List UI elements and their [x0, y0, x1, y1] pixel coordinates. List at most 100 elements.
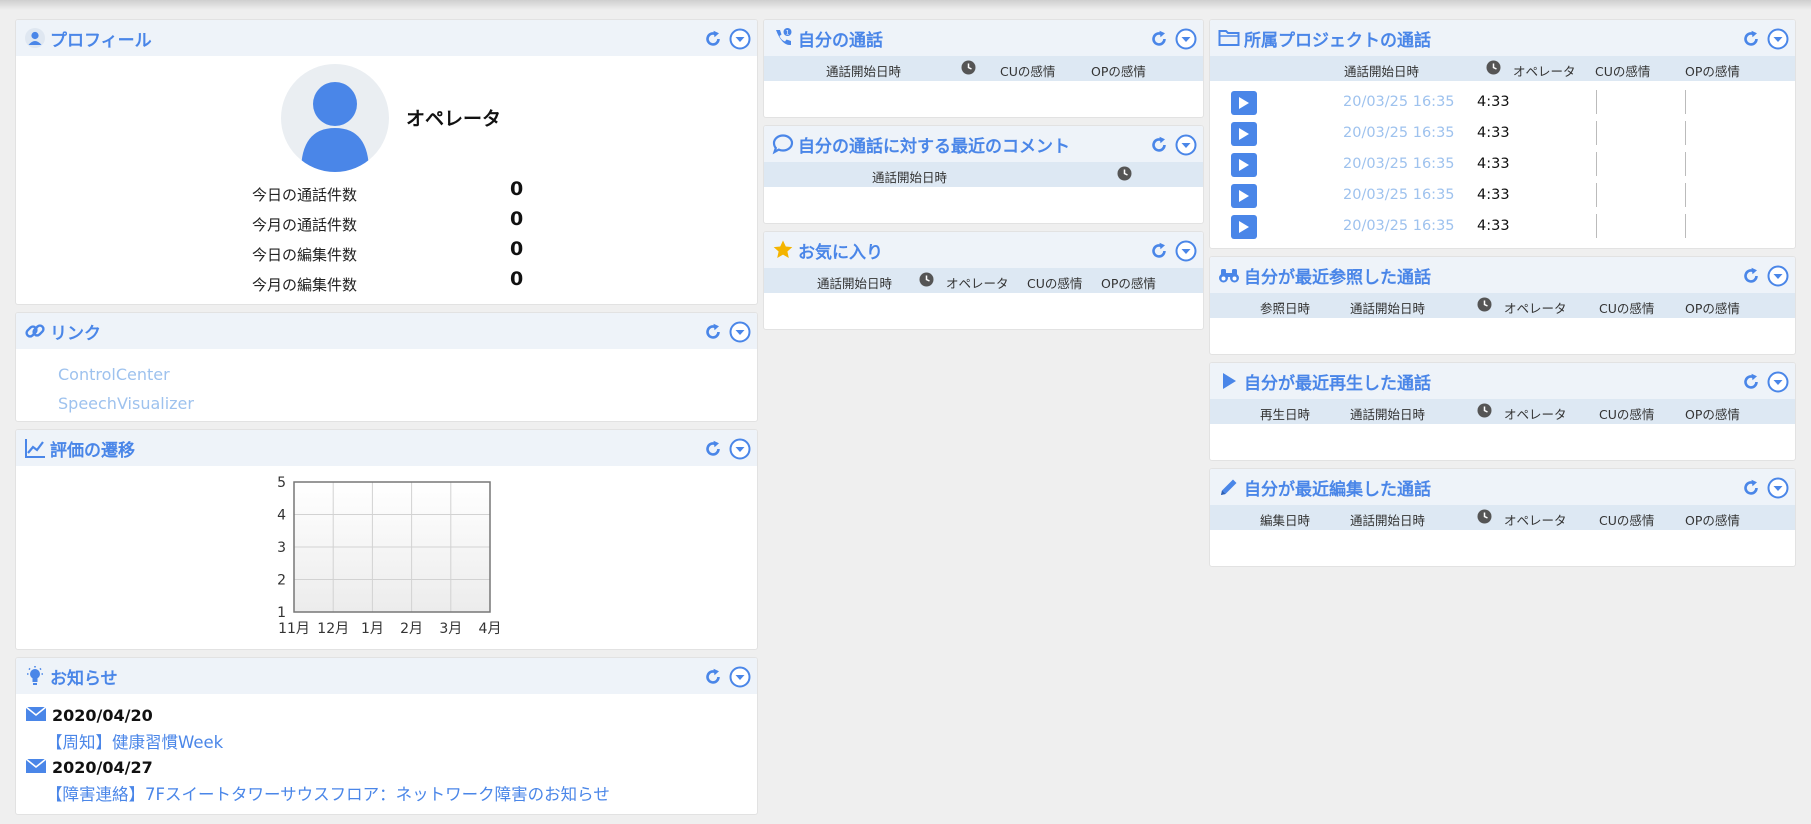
right-column: 所属プロジェクトの通話 通話開始日時 オペレータ CUの感情 OPの感情 20/… [1209, 19, 1796, 574]
call-start-time[interactable]: 20/03/25 16:35 [1343, 187, 1455, 203]
column-header[interactable]: オペレータ [1504, 510, 1567, 529]
chevron-down-icon[interactable] [728, 437, 751, 460]
call-start-time[interactable]: 20/03/25 16:35 [1343, 94, 1455, 110]
call-start-time[interactable]: 20/03/25 16:35 [1343, 218, 1455, 234]
table-row[interactable]: 20/03/25 16:35 4:33 [1210, 211, 1795, 242]
column-header[interactable]: 通話開始日時 [1350, 510, 1425, 529]
column-divider [1685, 183, 1686, 207]
refresh-icon[interactable] [1739, 370, 1762, 393]
notice-link[interactable]: 【障害連絡】7Fスイートタワーサウスフロア：ネットワーク障害のお知らせ [46, 781, 610, 805]
table-row[interactable]: 20/03/25 16:35 4:33 [1210, 118, 1795, 149]
x-tick-label: 3月 [439, 621, 462, 637]
evaluation-panel: 評価の遷移 1 2 3 4 5 11月 12月 1月 2月 3月 4月 [15, 429, 758, 650]
chevron-down-icon[interactable] [1174, 239, 1197, 262]
call-start-time[interactable]: 20/03/25 16:35 [1343, 156, 1455, 172]
links-panel: リンク ControlCenter SpeechVisualizer [15, 312, 758, 422]
table-header: 通話開始日時 CUの感情 OPの感情 [764, 56, 1203, 81]
play-button[interactable] [1231, 153, 1257, 177]
chevron-down-icon[interactable] [728, 27, 751, 50]
table-row[interactable]: 20/03/25 16:35 4:33 [1210, 180, 1795, 211]
speech-bubble-icon [772, 133, 794, 155]
stat-label: 今月の編集件数 [252, 276, 358, 294]
table-header: 通話開始日時 オペレータ CUの感情 OPの感情 [1210, 56, 1795, 81]
refresh-icon[interactable] [701, 437, 724, 460]
profile-panel: プロフィール オペレータ 今日の通話件数 0 今月の通話件数 0 今日の編集件数… [15, 19, 758, 305]
links-title: リンク [50, 323, 101, 344]
column-divider [1596, 214, 1597, 238]
column-divider [1596, 183, 1597, 207]
envelope-icon [25, 706, 47, 725]
x-tick-label: 1月 [361, 621, 384, 637]
refresh-icon[interactable] [701, 665, 724, 688]
recently-edited-panel: 自分が最近編集した通話 編集日時 通話開始日時 オペレータ CUの感情 OPの感… [1209, 468, 1796, 567]
column-header[interactable]: OPの感情 [1685, 510, 1740, 529]
table-row[interactable]: 20/03/25 16:35 4:33 [1210, 149, 1795, 180]
chevron-down-icon[interactable] [1174, 27, 1197, 50]
column-header[interactable]: OPの感情 [1685, 61, 1740, 80]
table-header: 通話開始日時 オペレータ CUの感情 OPの感情 [764, 268, 1203, 293]
clock-icon [1117, 166, 1132, 184]
column-header[interactable]: OPの感情 [1101, 273, 1156, 292]
column-header[interactable]: OPの感情 [1091, 61, 1146, 80]
column-header[interactable]: 通話開始日時 [1344, 61, 1419, 80]
refresh-icon[interactable] [1739, 476, 1762, 499]
refresh-icon[interactable] [1147, 27, 1170, 50]
chevron-down-icon[interactable] [728, 665, 751, 688]
table-row[interactable]: 20/03/25 16:35 4:33 [1210, 87, 1795, 118]
envelope-icon [25, 758, 47, 777]
recently-played-title: 自分が最近再生した通話 [1244, 373, 1431, 394]
column-header[interactable]: 再生日時 [1260, 404, 1310, 423]
table-body [764, 187, 1203, 223]
recently-played-header: 自分が最近再生した通話 [1210, 363, 1795, 399]
column-header[interactable]: CUの感情 [1599, 298, 1654, 317]
column-header[interactable]: 通話開始日時 [826, 61, 901, 80]
refresh-icon[interactable] [1147, 133, 1170, 156]
refresh-icon[interactable] [1739, 264, 1762, 287]
chevron-down-icon[interactable] [1766, 27, 1789, 50]
refresh-icon[interactable] [1739, 27, 1762, 50]
column-header[interactable]: CUの感情 [1000, 61, 1055, 80]
call-duration: 4:33 [1477, 156, 1510, 172]
column-header[interactable]: 通話開始日時 [817, 273, 892, 292]
column-header[interactable]: オペレータ [1504, 298, 1567, 317]
column-header[interactable]: オペレータ [1513, 61, 1576, 80]
table-body [1210, 424, 1795, 460]
refresh-icon[interactable] [701, 27, 724, 50]
column-header[interactable]: CUの感情 [1027, 273, 1082, 292]
y-tick-label: 4 [277, 508, 286, 524]
column-header[interactable]: OPの感情 [1685, 404, 1740, 423]
play-button[interactable] [1231, 122, 1257, 146]
refresh-icon[interactable] [701, 320, 724, 343]
link-speechvisualizer[interactable]: SpeechVisualizer [58, 394, 194, 413]
link-controlcenter[interactable]: ControlCenter [58, 365, 170, 384]
column-header[interactable]: OPの感情 [1685, 298, 1740, 317]
recently-viewed-title: 自分が最近参照した通話 [1244, 267, 1431, 288]
chevron-down-icon[interactable] [1766, 370, 1789, 393]
play-button[interactable] [1231, 215, 1257, 239]
column-header[interactable]: 通話開始日時 [1350, 404, 1425, 423]
play-button[interactable] [1231, 91, 1257, 115]
chevron-down-icon[interactable] [1766, 264, 1789, 287]
notice-link[interactable]: 【周知】健康習慣Week [46, 729, 223, 753]
clock-icon [919, 272, 934, 290]
column-header[interactable]: CUの感情 [1599, 404, 1654, 423]
column-header[interactable]: オペレータ [1504, 404, 1567, 423]
refresh-icon[interactable] [1147, 239, 1170, 262]
recently-viewed-header: 自分が最近参照した通話 [1210, 257, 1795, 293]
chevron-down-icon[interactable] [728, 320, 751, 343]
call-start-time[interactable]: 20/03/25 16:35 [1343, 125, 1455, 141]
column-header[interactable]: 参照日時 [1260, 298, 1310, 317]
column-header[interactable]: 通話開始日時 [872, 167, 947, 186]
middle-column: 1 自分の通話 通話開始日時 CUの感情 OPの感情 自分の通話に対する最近のコ… [763, 19, 1204, 337]
stat-label: 今日の編集件数 [252, 246, 358, 264]
column-header[interactable]: 通話開始日時 [1350, 298, 1425, 317]
notices-panel: お知らせ 2020/04/20 【周知】健康習慣Week 2020/04/27 … [15, 657, 758, 815]
column-header[interactable]: CUの感情 [1599, 510, 1654, 529]
chevron-down-icon[interactable] [1174, 133, 1197, 156]
column-header[interactable]: 編集日時 [1260, 510, 1310, 529]
column-header[interactable]: オペレータ [946, 273, 1009, 292]
chevron-down-icon[interactable] [1766, 476, 1789, 499]
play-button[interactable] [1231, 184, 1257, 208]
evaluation-chart: 1 2 3 4 5 11月 12月 1月 2月 3月 4月 [277, 475, 501, 637]
column-header[interactable]: CUの感情 [1595, 61, 1650, 80]
